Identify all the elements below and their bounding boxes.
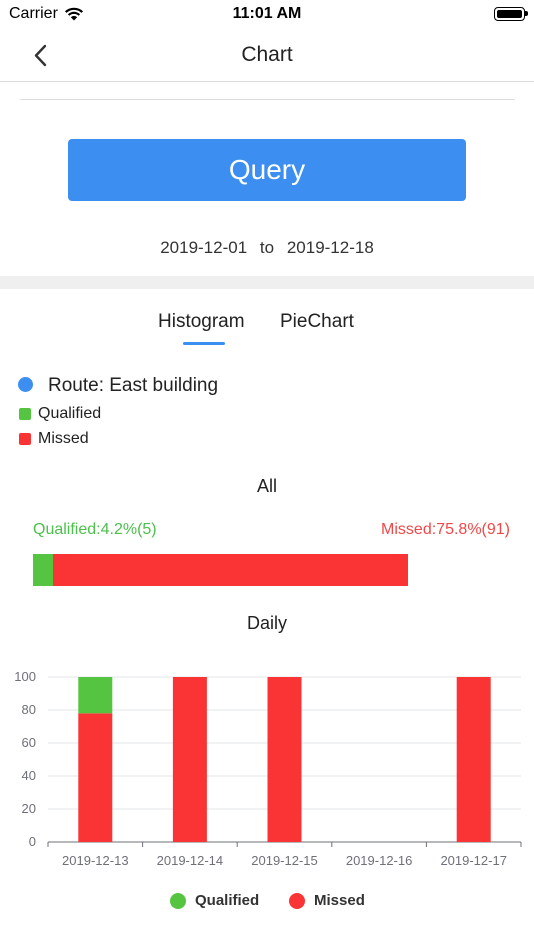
y-tick-label: 0 <box>29 834 36 849</box>
bar-missed <box>78 713 113 842</box>
daily-title: Daily <box>246 613 287 633</box>
summary-bar <box>33 554 408 586</box>
daily-bar-chart: 0 20 40 60 80 100 2019-12-13 2019-12-14 2019-12-… <box>14 669 522 868</box>
section-separator <box>0 276 534 289</box>
page-title: Chart <box>241 43 293 66</box>
y-tick-label: 20 <box>22 801 36 816</box>
query-button[interactable]: Query <box>68 139 466 201</box>
date-to[interactable]: 2019-12-18 <box>287 238 374 257</box>
chart-legend-label-qualified: Qualified <box>195 892 260 909</box>
summary-bar-missed <box>52 554 408 586</box>
chart-legend: Qualified Missed <box>0 891 534 913</box>
status-bar: Carrier 11:01 AM <box>0 0 534 30</box>
bar-missed <box>456 677 491 842</box>
y-tick-label: 80 <box>22 702 36 717</box>
bar-missed <box>172 677 207 842</box>
bar-missed <box>267 677 302 842</box>
tab-selected-indicator <box>183 342 225 345</box>
missed-dot-icon <box>289 893 305 909</box>
y-tick-label: 100 <box>14 669 36 684</box>
bar-qualified <box>78 677 113 714</box>
divider <box>20 99 515 100</box>
x-tick-label: 2019-12-15 <box>251 853 318 868</box>
x-tick-label: 2019-12-14 <box>157 853 224 868</box>
date-from[interactable]: 2019-12-01 <box>160 238 247 257</box>
summary-title: All <box>256 476 277 496</box>
route-label: Route: East building <box>48 375 219 396</box>
missed-summary: Missed:75.8%(91) <box>381 521 510 538</box>
date-separator: to <box>259 238 275 257</box>
summary-bar-qualified <box>33 554 53 586</box>
legend-label-missed: Missed <box>38 430 89 447</box>
route-dot-icon <box>18 377 33 392</box>
y-tick-label: 60 <box>22 735 36 750</box>
x-tick-label: 2019-12-16 <box>346 853 413 868</box>
nav-bar: Chart <box>0 30 534 82</box>
x-tick-label: 2019-12-17 <box>440 853 507 868</box>
clock: 11:01 AM <box>232 5 302 22</box>
qualified-swatch-icon <box>19 408 31 420</box>
chart-tabs: Histogram PieChart <box>0 311 534 351</box>
date-range: 2019-12-01 to 2019-12-18 <box>0 238 534 258</box>
qualified-dot-icon <box>170 893 186 909</box>
chart-legend-label-missed: Missed <box>314 892 365 909</box>
tab-piechart[interactable]: PieChart <box>280 311 354 333</box>
tab-histogram[interactable]: Histogram <box>158 311 245 333</box>
x-tick-label: 2019-12-13 <box>62 853 129 868</box>
missed-swatch-icon <box>19 433 31 445</box>
y-tick-label: 40 <box>22 768 36 783</box>
legend-label-qualified: Qualified <box>38 405 102 422</box>
qualified-summary: Qualified:4.2%(5) <box>33 521 157 538</box>
battery-icon <box>494 7 528 21</box>
